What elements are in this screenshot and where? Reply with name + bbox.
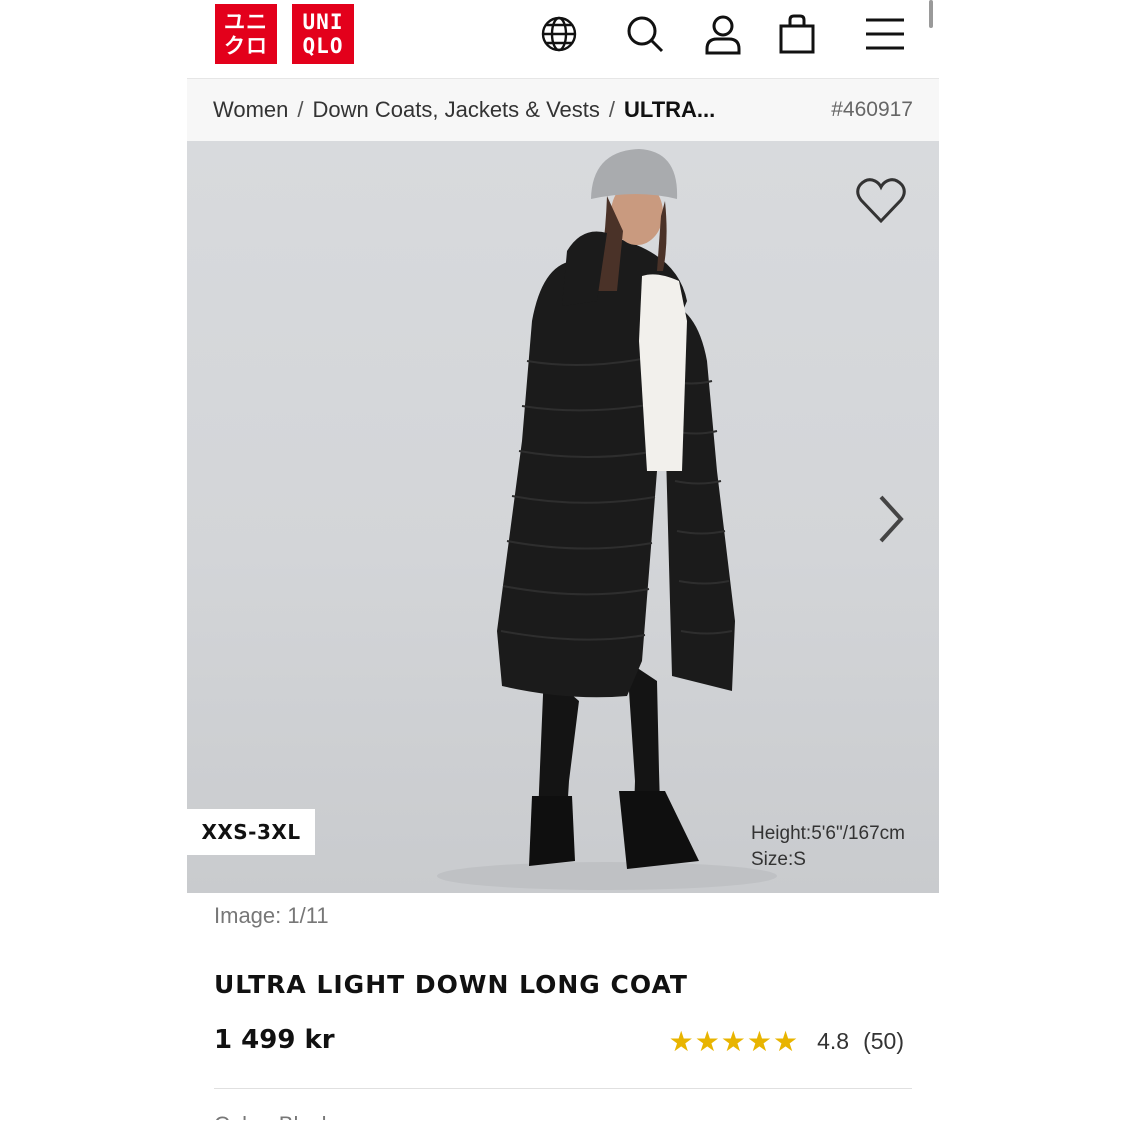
breadcrumb-trail: Women / Down Coats, Jackets & Vests / UL… [187, 97, 715, 123]
model-info: Height:5'6"/167cm Size:S [751, 821, 905, 873]
color-label-partial: Color: Black [214, 1112, 333, 1120]
account-icon[interactable] [701, 12, 745, 56]
star-rating-icon: ★★★★★ [668, 1026, 800, 1057]
product-title: ULTRA LIGHT DOWN LONG COAT [214, 970, 688, 999]
logo-latin-text-2: QLO [302, 34, 344, 58]
breadcrumb-separator: / [297, 97, 304, 122]
product-rating[interactable]: ★★★★★ 4.8 (50) [669, 1025, 904, 1058]
model-height: Height:5'6"/167cm [751, 823, 906, 844]
menu-icon[interactable] [863, 12, 907, 56]
logo-katakana-text-2: クロ [224, 34, 268, 58]
size-range-badge: XXS-3XL [187, 809, 315, 855]
product-photo [437, 149, 777, 890]
breadcrumb-current: ULTRA... [624, 97, 716, 122]
breadcrumb-separator: / [608, 97, 615, 122]
logo-katakana-text: ユニ [224, 10, 268, 34]
product-code: #460917 [831, 98, 913, 121]
image-counter: Image: 1/11 [214, 903, 329, 928]
product-price: 1 499 kr [214, 1025, 335, 1055]
cart-icon[interactable] [775, 12, 819, 56]
section-divider [214, 1088, 912, 1089]
chevron-right-icon[interactable] [871, 491, 911, 547]
product-page: ユニ クロ UNI QLO Women / Down Coats, Jacket… [187, 0, 939, 1120]
rating-value: 4.8 [817, 1028, 850, 1054]
uniqlo-logo-latin[interactable]: UNI QLO [292, 4, 354, 64]
breadcrumb-down-coats[interactable]: Down Coats, Jackets & Vests [313, 97, 600, 123]
heart-icon[interactable] [853, 173, 909, 229]
product-image-carousel[interactable]: XXS-3XL Height:5'6"/167cm Size:S [187, 141, 939, 893]
review-count: (50) [863, 1028, 904, 1054]
breadcrumb: Women / Down Coats, Jackets & Vests / UL… [187, 79, 939, 141]
logo-latin-text: UNI [302, 10, 344, 34]
model-size: Size:S [751, 849, 806, 870]
search-icon[interactable] [623, 12, 667, 56]
scrollbar[interactable] [929, 0, 933, 28]
globe-icon[interactable] [537, 12, 581, 56]
breadcrumb-women[interactable]: Women [213, 97, 288, 123]
top-header: ユニ クロ UNI QLO [187, 0, 939, 79]
uniqlo-logo-katakana[interactable]: ユニ クロ [215, 4, 277, 64]
